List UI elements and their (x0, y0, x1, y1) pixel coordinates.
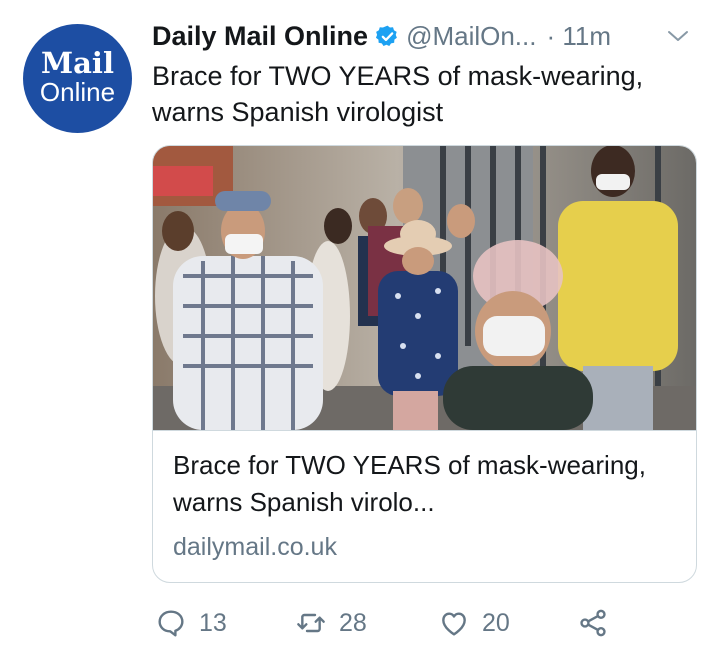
card-domain: dailymail.co.uk (173, 533, 337, 561)
avatar-logo-online: Online (39, 76, 116, 107)
share-icon (580, 609, 606, 637)
card-title: Brace for TWO YEARS of mask-wearing, war… (173, 450, 646, 517)
link-card[interactable]: Brace for TWO YEARS of mask-wearing, war… (152, 145, 697, 583)
retweet-icon (297, 613, 325, 633)
share-button[interactable] (577, 600, 609, 646)
verified-badge-icon (376, 25, 397, 46)
account-handle[interactable]: @MailOn... (406, 21, 536, 52)
like-count: 20 (482, 608, 510, 637)
tweet-actions: 13 28 20 (155, 600, 625, 646)
chevron-down-icon[interactable] (666, 26, 690, 46)
like-icon (442, 612, 466, 636)
reply-icon (158, 610, 184, 637)
card-body: Brace for TWO YEARS of mask-wearing, war… (153, 430, 696, 582)
reply-count: 13 (199, 608, 227, 637)
avatar[interactable]: Mail Online (23, 24, 132, 133)
reply-button[interactable]: 13 (155, 600, 227, 646)
tweet-header: Daily Mail Online @MailOn... · 11m (152, 18, 698, 54)
tweet-text: Brace for TWO YEARS of mask-wearing, war… (152, 61, 644, 127)
like-button[interactable]: 20 (438, 600, 510, 646)
card-image (153, 146, 696, 430)
account-name[interactable]: Daily Mail Online (152, 21, 368, 52)
retweet-button[interactable]: 28 (295, 600, 367, 646)
retweet-count: 28 (339, 608, 367, 637)
avatar-logo-mail: Mail (41, 45, 114, 80)
tweet-timestamp[interactable]: · 11m (546, 21, 611, 52)
